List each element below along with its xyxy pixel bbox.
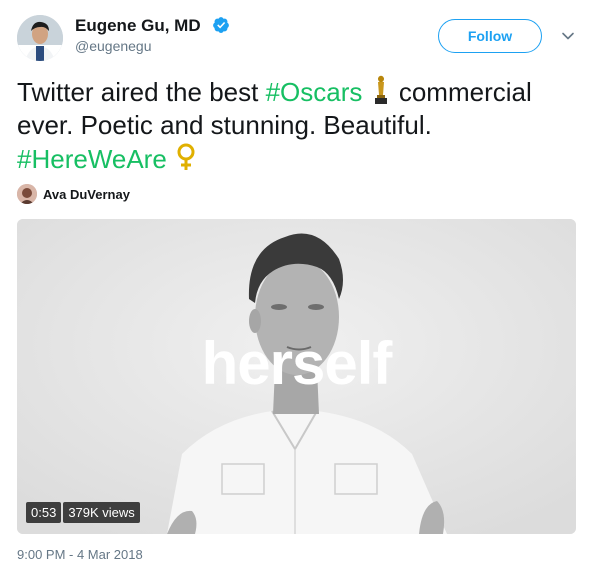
chevron-down-icon[interactable]	[560, 28, 576, 44]
tweet-text: Twitter aired the best #Oscars commercia…	[17, 75, 585, 176]
video-overlay-text: herself	[201, 330, 393, 397]
video-views: 379K views	[63, 502, 140, 523]
video-duration: 0:53	[26, 502, 62, 523]
follow-button[interactable]: Follow	[438, 19, 542, 53]
tweet-text-segment: ever. Poetic and stunning. Beautiful.	[17, 110, 432, 140]
source-avatar	[17, 184, 37, 204]
hashtag-hereweare[interactable]: #HereWeAre	[17, 144, 167, 174]
author-handle[interactable]: @eugenegu	[75, 38, 152, 54]
tweet-text-segment: commercial	[398, 77, 532, 107]
quoted-source[interactable]: Ava DuVernay	[17, 184, 130, 204]
video-player[interactable]: herself	[17, 219, 576, 534]
video-overlay-text-container: herself	[17, 329, 576, 398]
female-sign-icon	[177, 143, 195, 170]
video-badges: 0:53 379K views	[26, 502, 140, 523]
oscar-trophy-icon	[374, 75, 387, 104]
tweet-timestamp[interactable]: 9:00 PM - 4 Mar 2018	[17, 547, 143, 562]
hashtag-oscars[interactable]: #Oscars	[266, 77, 363, 107]
verified-badge-icon	[213, 17, 229, 33]
author-avatar[interactable]	[17, 15, 63, 61]
tweet-text-segment: Twitter aired the best	[17, 77, 266, 107]
author-name[interactable]: Eugene Gu, MD	[75, 16, 201, 36]
source-name: Ava DuVernay	[43, 186, 130, 202]
